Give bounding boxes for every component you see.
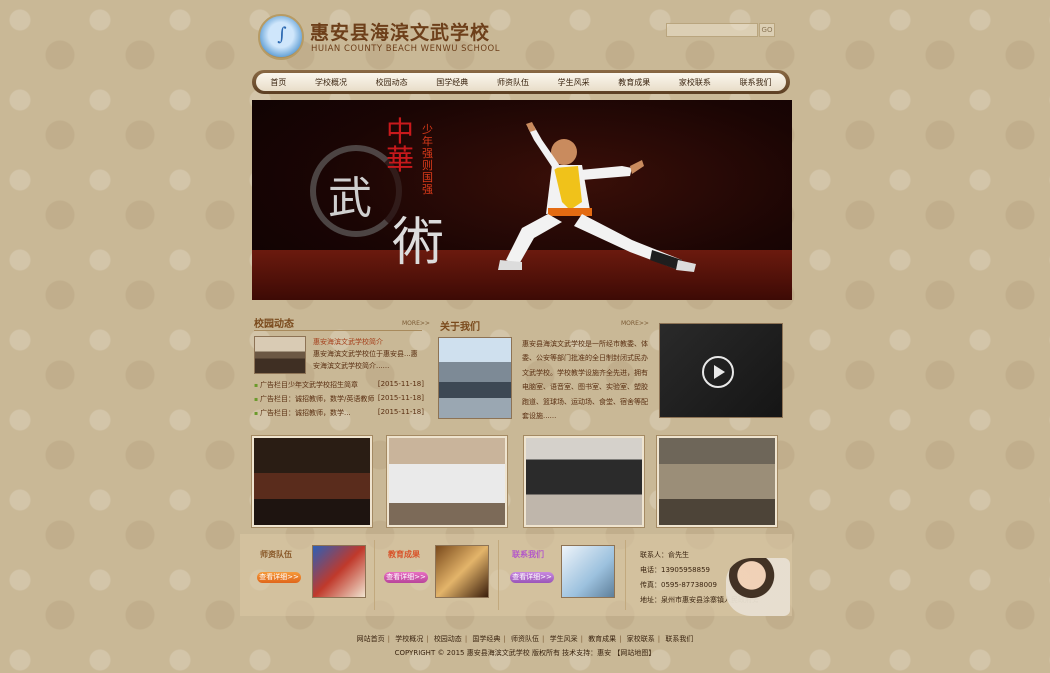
news-more-link[interactable]: MORE>>: [402, 320, 430, 327]
results-box-title: 教育成果: [388, 550, 420, 559]
footer-copyright: COPYRIGHT © 2015 惠安县海滨文武学校 版权所有 技术支持：惠安 …: [394, 649, 656, 657]
news-list-item[interactable]: 广告栏目：诚招教师，数学/英语教师 [2015-11-18]: [254, 394, 424, 404]
school-name: 惠安县海滨文武学校: [310, 22, 491, 44]
nav-item-classics[interactable]: 国学经典: [436, 77, 468, 88]
contact-details-button[interactable]: 查看详细>>: [510, 572, 554, 583]
about-more-link[interactable]: MORE>>: [621, 320, 649, 327]
nav-item-about-school[interactable]: 学校概况: [315, 77, 347, 88]
gallery-photo[interactable]: [657, 436, 777, 527]
footer-link-classics[interactable]: 国学经典: [472, 635, 500, 643]
news-item-title: 广告栏目：诚招教师，数学...: [254, 408, 351, 418]
school-name-en: HUIAN COUNTY BEACH WENWU SCHOOL: [311, 44, 500, 54]
footer-link-students[interactable]: 学生风采: [550, 635, 578, 643]
results-details-button[interactable]: 查看详细>>: [384, 572, 428, 583]
footer-link-contact[interactable]: 联系我们: [665, 635, 693, 643]
news-featured-text: 惠安海滨文武学校位于惠安县...惠安海滨文武学校简介......: [313, 350, 418, 370]
footer-link-results[interactable]: 教育成果: [588, 635, 616, 643]
banner-calligraphy-wu: 武: [328, 173, 372, 224]
news-item-date: [2015-11-18]: [377, 408, 424, 416]
footer-link-teachers[interactable]: 师资队伍: [511, 635, 539, 643]
news-divider: [254, 330, 422, 331]
banner-calligraphy-shu: 術: [392, 213, 445, 273]
panel-divider: [625, 540, 626, 610]
contact-box-title: 联系我们: [512, 550, 544, 559]
news-item-title: 广告栏目：诚招教师，数学/英语教师: [254, 394, 374, 404]
about-thumbnail[interactable]: [438, 337, 512, 419]
news-list-item[interactable]: 广告栏目少年文武学校招生简章 [2015-11-18]: [254, 380, 424, 390]
gallery-photo[interactable]: [252, 436, 372, 527]
panel-divider: [374, 540, 375, 610]
gallery-photo[interactable]: [387, 436, 507, 527]
hero-banner: 武 中華 術 少年强则国强: [252, 100, 792, 300]
contact-image[interactable]: [561, 545, 615, 598]
news-list-item[interactable]: 广告栏目：诚招教师，数学... [2015-11-18]: [254, 408, 424, 418]
news-thumbnail[interactable]: [254, 336, 306, 374]
play-triangle-icon: [714, 365, 725, 379]
footer-links: 网站首页 | 学校概况 | 校园动态 | 国学经典 | 师资队伍 | 学生风采 | 教育成果…: [356, 635, 694, 643]
banner-slogan: 少年强则国强: [422, 123, 433, 196]
teachers-details-button[interactable]: 查看详细>>: [257, 572, 301, 583]
news-item-title: 广告栏目少年文武学校招生简章: [254, 380, 358, 390]
panel-divider: [498, 540, 499, 610]
gallery-photo[interactable]: [524, 436, 644, 527]
nav-item-home-school[interactable]: 家校联系: [679, 77, 711, 88]
family-image: [726, 558, 790, 616]
nav-item-home[interactable]: 首页: [270, 77, 286, 88]
news-item-date: [2015-11-18]: [377, 380, 424, 388]
search-input[interactable]: [666, 23, 758, 37]
footer-link-home-school[interactable]: 家校联系: [627, 635, 655, 643]
nav-item-teachers[interactable]: 师资队伍: [497, 77, 529, 88]
main-nav: 首页 学校概况 校园动态 国学经典 师资队伍 学生风采 教育成果 家校联系 联系…: [252, 70, 790, 94]
nav-item-contact[interactable]: 联系我们: [740, 77, 772, 88]
footer-link-campus-news[interactable]: 校园动态: [434, 635, 462, 643]
news-featured-title: 惠安海滨文武学校简介: [313, 338, 383, 346]
footer-link-about-school[interactable]: 学校概况: [395, 635, 423, 643]
banner-calligraphy-zhonghua: 中華: [386, 115, 415, 176]
teachers-image[interactable]: [312, 545, 366, 598]
about-text: 惠安县海滨文武学校是一所经市教委、体委、公安等部门批准的全日制封闭式民办文武学校…: [522, 340, 648, 421]
nav-item-students[interactable]: 学生风采: [558, 77, 590, 88]
nav-item-results[interactable]: 教育成果: [618, 77, 650, 88]
footer-link-home[interactable]: 网站首页: [357, 635, 385, 643]
results-image[interactable]: [435, 545, 489, 598]
teachers-box-title: 师资队伍: [260, 550, 292, 559]
martial-artist-illustration: [498, 122, 696, 272]
nav-item-campus-news[interactable]: 校园动态: [376, 77, 408, 88]
news-item-date: [2015-11-18]: [377, 394, 424, 402]
search-button[interactable]: GO: [759, 23, 775, 37]
about-section-title: 关于我们: [440, 322, 480, 333]
news-featured[interactable]: 惠安海滨文武学校简介 惠安海滨文武学校位于惠安县...惠安海滨文武学校简介...…: [313, 336, 423, 372]
news-section-title: 校园动态: [254, 319, 294, 330]
logo-figure-icon: ∫: [277, 24, 287, 45]
